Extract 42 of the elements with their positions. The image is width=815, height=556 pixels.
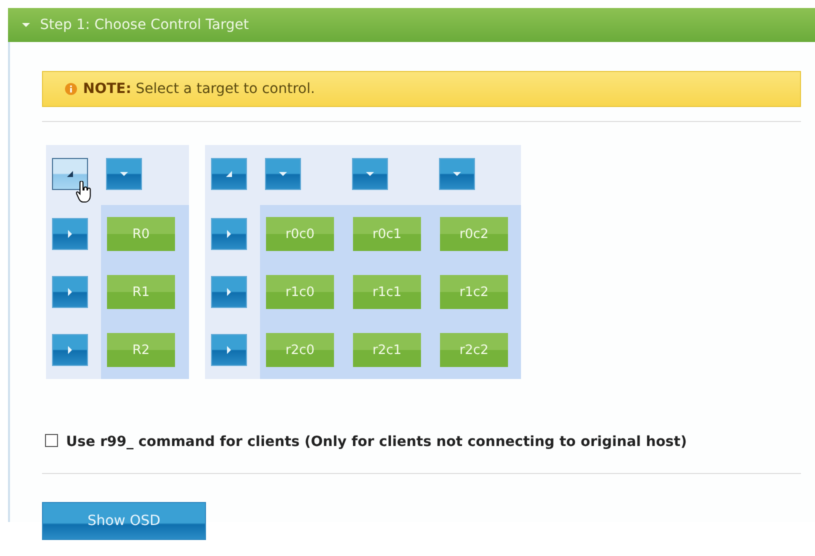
target-button[interactable]: r0c0 (266, 217, 334, 251)
row-select-button[interactable] (211, 218, 247, 250)
column-select-button[interactable] (439, 158, 475, 190)
target-button[interactable]: r2c1 (353, 333, 421, 367)
section-title[interactable]: Step 1: Choose Control Target (40, 17, 249, 33)
target-button[interactable]: R1 (107, 275, 175, 309)
target-button[interactable]: R2 (107, 333, 175, 367)
target-button[interactable]: r2c0 (266, 333, 334, 367)
right-arrow-icon (68, 346, 72, 354)
checkbox[interactable] (45, 434, 58, 446)
right-arrow-icon (68, 288, 72, 296)
down-arrow-icon (366, 172, 374, 176)
target-button[interactable]: r1c2 (440, 275, 508, 309)
target-button[interactable]: r1c1 (353, 275, 421, 309)
down-arrow-icon (279, 172, 287, 176)
column-select-button[interactable] (265, 158, 301, 190)
column-select-button[interactable] (352, 158, 388, 190)
select-all-button[interactable] (52, 158, 88, 190)
checkbox-label: Use r99_ command for clients (Only for clients not connecting to original host) (66, 434, 687, 450)
down-arrow-icon (120, 172, 128, 176)
corner-arrow-icon (226, 171, 232, 177)
down-arrow-icon (453, 172, 461, 176)
corner-arrow-icon (67, 171, 73, 177)
column-select-button[interactable] (106, 158, 142, 190)
row-select-button[interactable] (211, 276, 247, 308)
show-osd-button[interactable]: Show OSD (42, 502, 206, 540)
target-button[interactable]: r2c2 (440, 333, 508, 367)
note-text: NOTE: Select a target to control. (83, 81, 315, 97)
row-select-button[interactable] (52, 218, 88, 250)
target-button[interactable]: r0c1 (353, 217, 421, 251)
right-arrow-icon (227, 288, 231, 296)
row-select-button[interactable] (52, 276, 88, 308)
row-select-button[interactable] (52, 334, 88, 366)
hand-cursor-icon (76, 181, 92, 203)
target-button[interactable]: r1c0 (266, 275, 334, 309)
right-arrow-icon (227, 346, 231, 354)
info-icon (65, 83, 77, 95)
target-button[interactable]: R0 (107, 217, 175, 251)
right-arrow-icon (227, 230, 231, 238)
row-select-button[interactable] (211, 334, 247, 366)
target-button[interactable]: r0c2 (440, 217, 508, 251)
right-arrow-icon (68, 230, 72, 238)
